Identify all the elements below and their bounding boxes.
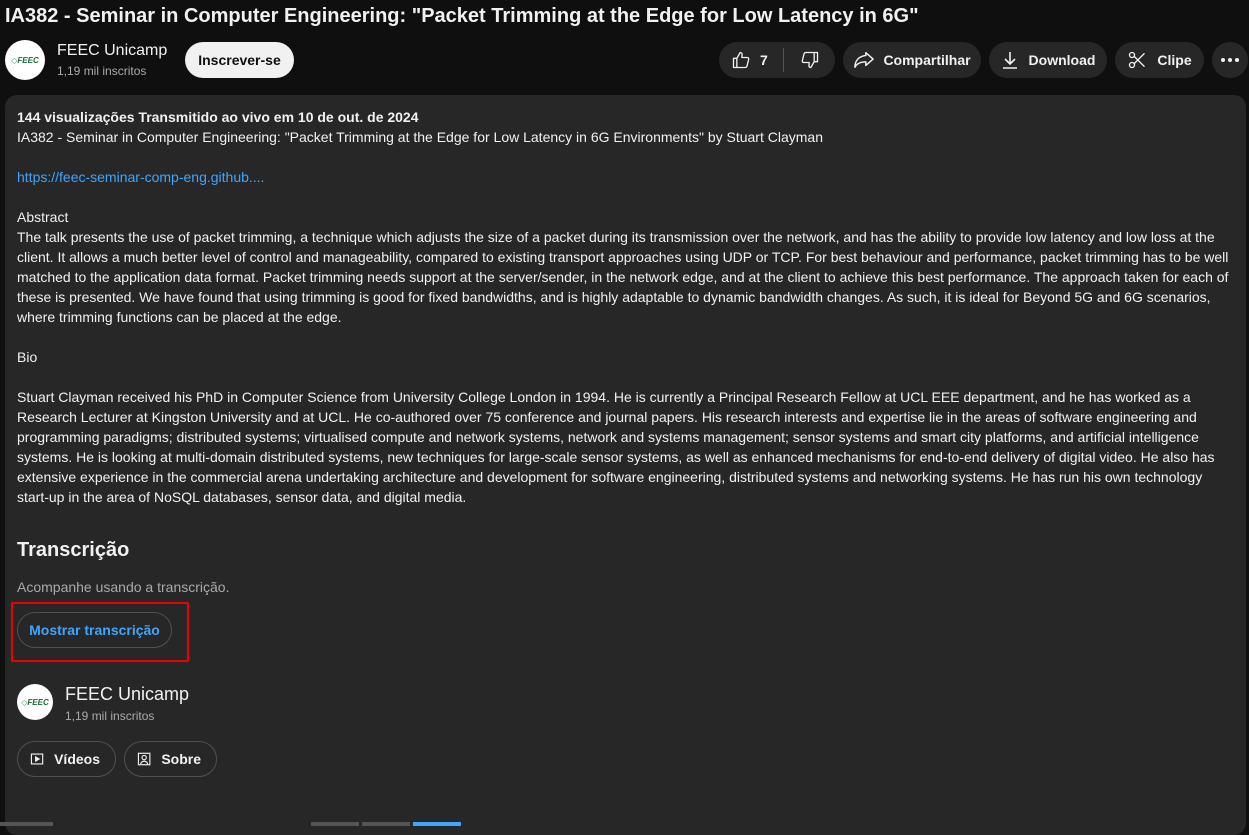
chapter-progress-segment (362, 822, 410, 826)
download-button[interactable]: Download (989, 42, 1107, 78)
dislike-button[interactable] (784, 42, 835, 78)
videos-label: Vídeos (54, 751, 100, 767)
video-play-icon (30, 753, 44, 765)
view-count-and-date: 144 visualizações Transmitido ao vivo em… (17, 109, 419, 125)
channel-card-subscribers: 1,19 mil inscritos (65, 709, 155, 723)
show-transcript-button[interactable]: Mostrar transcrição (17, 612, 172, 648)
channel-avatar[interactable]: ◇FEEC (5, 40, 45, 80)
scissors-icon (1129, 51, 1146, 69)
share-icon (854, 52, 875, 69)
bio-text: Stuart Clayman received his PhD in Compu… (17, 389, 1215, 505)
description-panel: 144 visualizações Transmitido ao vivo em… (5, 95, 1246, 835)
abstract-text: The talk presents the use of packet trim… (17, 229, 1229, 325)
chapter-progress-segment-active (413, 822, 461, 826)
channel-card-name[interactable]: FEEC Unicamp (65, 684, 189, 705)
owner-row: ◇FEEC FEEC Unicamp 1,19 mil inscritos In… (5, 40, 1249, 80)
download-icon (1002, 52, 1017, 69)
more-actions-button[interactable] (1212, 42, 1248, 78)
transcript-subtitle: Acompanhe usando a transcrição. (17, 579, 230, 595)
like-button[interactable]: 7 (719, 42, 783, 78)
thumbs-up-icon (732, 51, 750, 69)
like-count: 7 (760, 52, 768, 68)
feec-logo: ◇FEEC (21, 697, 49, 707)
channel-card-avatar[interactable]: ◇FEEC (17, 684, 53, 720)
description-text: IA382 - Seminar in Computer Engineering:… (17, 127, 1237, 507)
description-body: 144 visualizações Transmitido ao vivo em… (17, 107, 1237, 507)
about-label: Sobre (161, 751, 201, 767)
bio-heading: Bio (17, 349, 38, 365)
like-dislike-group: 7 (719, 42, 835, 78)
videos-button[interactable]: Vídeos (17, 741, 116, 777)
channel-name[interactable]: FEEC Unicamp (57, 42, 167, 60)
chapter-progress-segment (0, 822, 53, 826)
share-button[interactable]: Compartilhar (843, 42, 981, 78)
thumbs-down-icon (801, 51, 818, 69)
description-link[interactable]: https://feec-seminar-comp-eng.github.... (17, 167, 1237, 187)
share-label: Compartilhar (883, 52, 971, 68)
download-label: Download (1028, 52, 1096, 68)
transcript-heading: Transcrição (17, 539, 130, 561)
clip-button[interactable]: Clipe (1115, 42, 1204, 78)
chapter-progress-segment (311, 822, 359, 826)
feec-logo: ◇FEEC (11, 55, 39, 65)
subscribe-button[interactable]: Inscrever-se (185, 42, 294, 78)
description-line: IA382 - Seminar in Computer Engineering:… (17, 129, 823, 145)
video-title: IA382 - Seminar in Computer Engineering:… (5, 5, 919, 27)
clip-label: Clipe (1157, 52, 1192, 68)
about-button[interactable]: Sobre (124, 741, 217, 777)
more-horizontal-icon (1221, 58, 1239, 62)
abstract-heading: Abstract (17, 209, 69, 225)
profile-card-icon (137, 752, 151, 766)
subscriber-count: 1,19 mil inscritos (57, 64, 147, 78)
